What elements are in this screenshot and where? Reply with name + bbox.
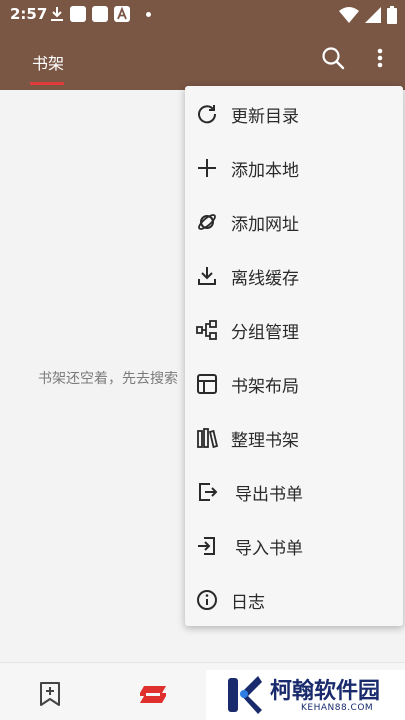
menu-item-label: 添加本地	[231, 160, 299, 181]
menu-item-add-local[interactable]: 添加本地	[185, 142, 403, 194]
refresh-icon	[195, 102, 219, 126]
options-menu: 更新目录 添加本地 添加网址 离线缓存 分组管理 书架布局 整理书架 导出书单 …	[185, 86, 403, 626]
menu-item-import-booklist[interactable]: 导入书单	[185, 520, 403, 572]
menu-item-label: 整理书架	[231, 430, 299, 451]
menu-item-shelf-layout[interactable]: 书架布局	[185, 358, 403, 410]
more-notifications-dot-icon	[146, 11, 151, 17]
app-notification-icon	[70, 6, 86, 22]
menu-item-label: 离线缓存	[231, 268, 299, 289]
layout-icon	[195, 372, 219, 396]
signal-icon	[365, 7, 381, 23]
battery-icon	[387, 6, 397, 24]
group-icon	[195, 318, 219, 342]
menu-item-group-manage[interactable]: 分组管理	[185, 304, 403, 356]
watermark-title: 柯翰软件园	[270, 679, 381, 704]
plus-icon	[195, 156, 219, 180]
discover-logo-icon	[140, 686, 166, 703]
menu-item-log[interactable]: 日志	[185, 574, 403, 626]
wifi-icon	[339, 7, 359, 23]
system-icons	[339, 6, 397, 24]
menu-item-update-catalog[interactable]: 更新目录	[185, 88, 403, 140]
menu-item-label: 书架布局	[231, 376, 299, 397]
tab-bookshelf[interactable]: 书架	[32, 50, 64, 74]
menu-item-label: 导出书单	[235, 484, 303, 505]
download-notification-icon	[51, 7, 63, 21]
search-button[interactable]	[319, 44, 347, 72]
info-icon	[195, 588, 219, 612]
nav-bookshelf-button[interactable]	[38, 681, 62, 711]
font-notification-icon	[114, 6, 130, 22]
more-options-button[interactable]	[368, 44, 392, 72]
menu-item-label: 日志	[231, 592, 265, 613]
export-icon	[195, 480, 219, 504]
books-icon	[195, 426, 219, 450]
menu-item-arrange-shelf[interactable]: 整理书架	[185, 412, 403, 464]
app-bar: 书架	[0, 30, 405, 90]
menu-item-add-url[interactable]: 添加网址	[185, 196, 403, 248]
import-icon	[195, 534, 219, 558]
menu-item-label: 导入书单	[235, 538, 303, 559]
more-vert-icon	[377, 48, 383, 68]
watermark: 柯翰软件园 KEHAN88.COM	[206, 670, 405, 720]
watermark-subtitle: KEHAN88.COM	[301, 703, 374, 713]
menu-item-label: 更新目录	[231, 106, 299, 127]
menu-item-export-booklist[interactable]: 导出书单	[185, 466, 403, 518]
status-bar: 2:57	[0, 0, 405, 30]
download-icon	[195, 264, 219, 288]
kehan-logo-icon	[228, 676, 262, 714]
planet-icon	[195, 210, 219, 234]
menu-item-offline-cache[interactable]: 离线缓存	[185, 250, 403, 302]
tab-indicator	[30, 82, 64, 85]
empty-message: 书架还空着，先去搜索	[38, 371, 178, 387]
bookmark-add-icon	[40, 682, 60, 706]
menu-item-label: 分组管理	[231, 322, 299, 343]
notification-icons	[50, 6, 151, 22]
status-time: 2:57	[10, 5, 48, 23]
menu-item-label: 添加网址	[231, 214, 299, 235]
search-icon	[322, 47, 345, 70]
nav-discover-button[interactable]	[138, 685, 168, 711]
app-notification-icon	[92, 6, 108, 22]
